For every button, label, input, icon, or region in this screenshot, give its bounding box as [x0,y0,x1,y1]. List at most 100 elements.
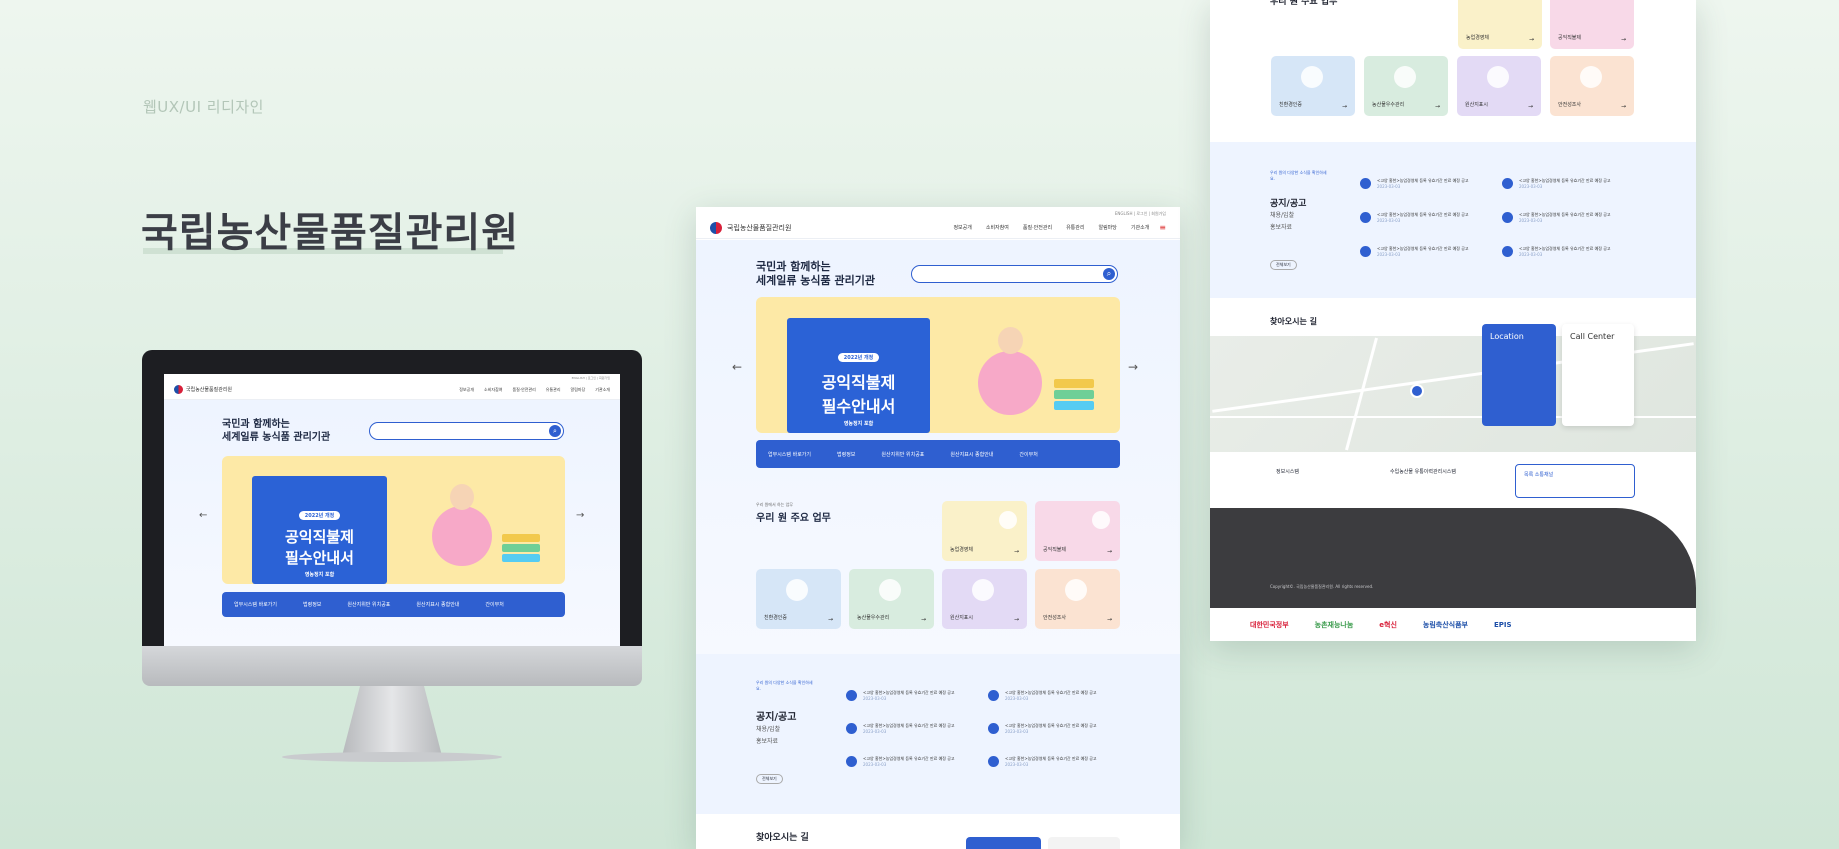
book-stack [502,554,540,562]
notice-tab[interactable]: 홍보자료 [756,736,778,745]
map-road [1345,337,1378,451]
notice-row[interactable]: <고양 홍천>농업경영체 등록 유효기간 만료 예정 공고 2023-03-03 [846,756,955,767]
cart-icon [999,511,1017,529]
footer-link[interactable]: 수입농산물 유통이력관리시스템 [1390,468,1456,475]
tile-direct-payment[interactable]: 공익직불제 → [1550,0,1634,49]
notice-row[interactable]: <고양 홍천>농업경영체 등록 유효기간 만료 예정 공고 2023-03-03 [1502,246,1611,257]
notice-row[interactable]: <고양 홍천>농업경영체 등록 유효기간 만료 예정 공고 2023-03-03 [1360,178,1469,189]
tile-direct-payment[interactable]: 공익직불제 → [1035,501,1120,561]
search-icon[interactable]: ⌕ [549,425,561,437]
notice-row[interactable]: <고양 홍천>농업경영체 등록 유효기간 만료 예정 공고 2023-03-03 [1502,178,1611,189]
notice-row[interactable]: <고양 홍천>농업경영체 등록 유효기간 만료 예정 공고 2023-03-03 [1360,246,1469,257]
menu-icon[interactable]: ≡ [1159,223,1166,232]
search-icon[interactable]: ⌕ [1103,268,1115,280]
next-arrow-icon[interactable]: → [1128,360,1138,374]
more-button[interactable]: 전체보기 [756,774,783,784]
nav-item[interactable]: 알림마당 [1098,224,1116,231]
partner-logo[interactable]: 농촌재능나눔 [1315,620,1354,630]
notice-title[interactable]: 공지/공고 [756,708,796,723]
footer: Copyright©. 국립농산물품질관리원. All rights reser… [1210,508,1696,608]
notice-row[interactable]: <고양 홍천>농업경영체 등록 유효기간 만료 예정 공고 2023-03-03 [1360,212,1469,223]
partner-banner: 대한민국정부 농촌재능나눔 e혁신 농림축산식품부 EPIS [1210,608,1696,641]
book-stack [1054,390,1094,399]
basket-icon [1394,66,1416,88]
tile-origin[interactable]: 원산지표시 → [942,569,1027,629]
gnb-menu: 정보공개 소비자참여 품질·안전관리 유통관리 알림마당 기관소개 [459,387,610,393]
clipboard-icon [1065,579,1087,601]
nav-item[interactable]: 소비자참여 [986,224,1009,231]
tile-gap[interactable]: 농산물우수관리 → [849,569,934,629]
search-input[interactable]: ⌕ [911,265,1118,283]
tile-gap[interactable]: 농산물우수관리 → [1364,56,1448,116]
tile-farm-business[interactable]: 농업경영체 → [1458,0,1542,49]
tile-eco-cert[interactable]: 친환경인증 → [1271,56,1355,116]
notice-section: 우리 원의 다양한 소식을 확인하세요. 공지/공고 채용/입찰 홍보자료 전체… [696,654,1180,814]
next-arrow-icon[interactable]: → [576,510,584,521]
notice-tab[interactable]: 채용/입찰 [1270,210,1294,219]
kid-head [998,327,1023,354]
notice-tab[interactable]: 홍보자료 [1270,222,1292,231]
nav-item[interactable]: 품질·안전관리 [512,387,535,393]
prev-arrow-icon[interactable]: ← [732,360,742,374]
notice-row[interactable]: <고양 홍천>농업경영체 등록 유효기간 만료 예정 공고 2023-03-03 [846,690,955,701]
logo[interactable]: 국립농산물품질관리원 [710,221,792,234]
monitor-mockup: ENGLISH | 로그인 | 회원가입 국립농산물품질관리원 정보공개 소비자… [142,350,642,762]
book-stack [1054,379,1094,388]
logo-icon [710,221,722,234]
nav-item[interactable]: 유통관리 [546,387,561,393]
util-menu[interactable]: ENGLISH | 로그인 | 회원가입 [696,207,1180,217]
book-stack [502,534,540,542]
copyright: Copyright©. 국립농산물품질관리원. All rights reser… [1270,584,1374,589]
nav-item[interactable]: 알림마당 [571,387,586,393]
notice-row[interactable]: <고양 홍천>농업경영체 등록 유효기간 만료 예정 공고 2023-03-03 [846,723,955,734]
monitor-foot [282,752,502,762]
logo[interactable]: 국립농산물품질관리원 [174,385,232,394]
hero-tag: 웹UX/UI 리디자인 [143,98,264,116]
partner-logo[interactable]: EPIS [1494,621,1512,629]
hero-heading: 국민과 함께하는 세계일류 농식품 관리기관 [222,419,331,443]
document-icon [988,756,999,767]
sns-channel-box[interactable]: 목록 소통채널 [1515,464,1635,498]
nav-item[interactable]: 기관소개 [1131,224,1149,231]
monitor-screen: ENGLISH | 로그인 | 회원가입 국립농산물품질관리원 정보공개 소비자… [164,374,620,648]
logo-text: 국립농산물품질관리원 [186,387,233,393]
main-banner[interactable]: 2022년 개정 공익직불제 필수안내서 영농정지 포함 [222,456,565,584]
tile-safety[interactable]: 안전성조사 → [1550,56,1634,116]
nav-item[interactable]: 정보공개 [953,224,971,231]
partner-logo[interactable]: 대한민국정부 [1250,620,1289,630]
notice-row[interactable]: <고양 홍천>농업경영체 등록 유효기간 만료 예정 공고 2023-03-03 [988,690,1097,701]
more-button[interactable]: 전체보기 [1270,260,1297,270]
partner-logo[interactable]: 농림축산식품부 [1423,620,1468,630]
nav-item[interactable]: 기관소개 [595,387,610,393]
quicklink-bar: 업무시스템 바로가기 법령정보 원산지위반 위치공표 원산지표시 종합안내 간이… [222,592,565,617]
hero-area: 국민과 함께하는 세계일류 농식품 관리기관 ⌕ ← → 2022년 개정 공익… [164,400,620,648]
tile-origin[interactable]: 원산지표시 → [1457,56,1541,116]
tile-safety[interactable]: 안전성조사 → [1035,569,1120,629]
notice-title[interactable]: 공지/공고 [1270,196,1306,209]
page-mockup-right: 우리 원 주요 업무 농업경영체 → 공익직불제 → 친환경인증 → 농산물우수관리 →… [1210,0,1696,641]
tile-eco-cert[interactable]: 친환경인증 → [756,569,841,629]
tasks-title: 우리 원 주요 업무 [756,513,831,524]
fruit-icon [972,579,994,601]
nav-item[interactable]: 품질·안전관리 [1023,224,1052,231]
notice-row[interactable]: <고양 홍천>농업경영체 등록 유효기간 만료 예정 공고 2023-03-03 [988,756,1097,767]
map-pin-icon[interactable] [1410,384,1424,398]
prev-arrow-icon[interactable]: ← [199,510,207,521]
main-banner[interactable]: 2022년 개정 공익직불제 필수안내서 영농정지 포함 [756,297,1120,433]
nav-item[interactable]: 정보공개 [459,387,474,393]
nav-item[interactable]: 소비자참여 [484,387,502,393]
kid-illustration [978,351,1042,415]
notice-tab[interactable]: 채용/입찰 [756,724,780,733]
tile-farm-business[interactable]: 농업경영체 → [942,501,1027,561]
document-icon [846,756,857,767]
logo-text: 국립농산물품질관리원 [727,223,792,232]
document-icon [988,723,999,734]
location-card: Location [1482,324,1556,426]
notice-row[interactable]: <고양 홍천>농업경영체 등록 유효기간 만료 예정 공고 2023-03-03 [988,723,1097,734]
notice-row[interactable]: <고양 홍천>농업경영체 등록 유효기간 만료 예정 공고 2023-03-03 [1502,212,1611,223]
footer-link[interactable]: 정보시스템 [1276,468,1299,475]
nav-item[interactable]: 유통관리 [1066,224,1084,231]
document-icon [1360,246,1371,257]
search-input[interactable]: ⌕ [369,422,564,440]
partner-logo[interactable]: e혁신 [1379,620,1397,630]
